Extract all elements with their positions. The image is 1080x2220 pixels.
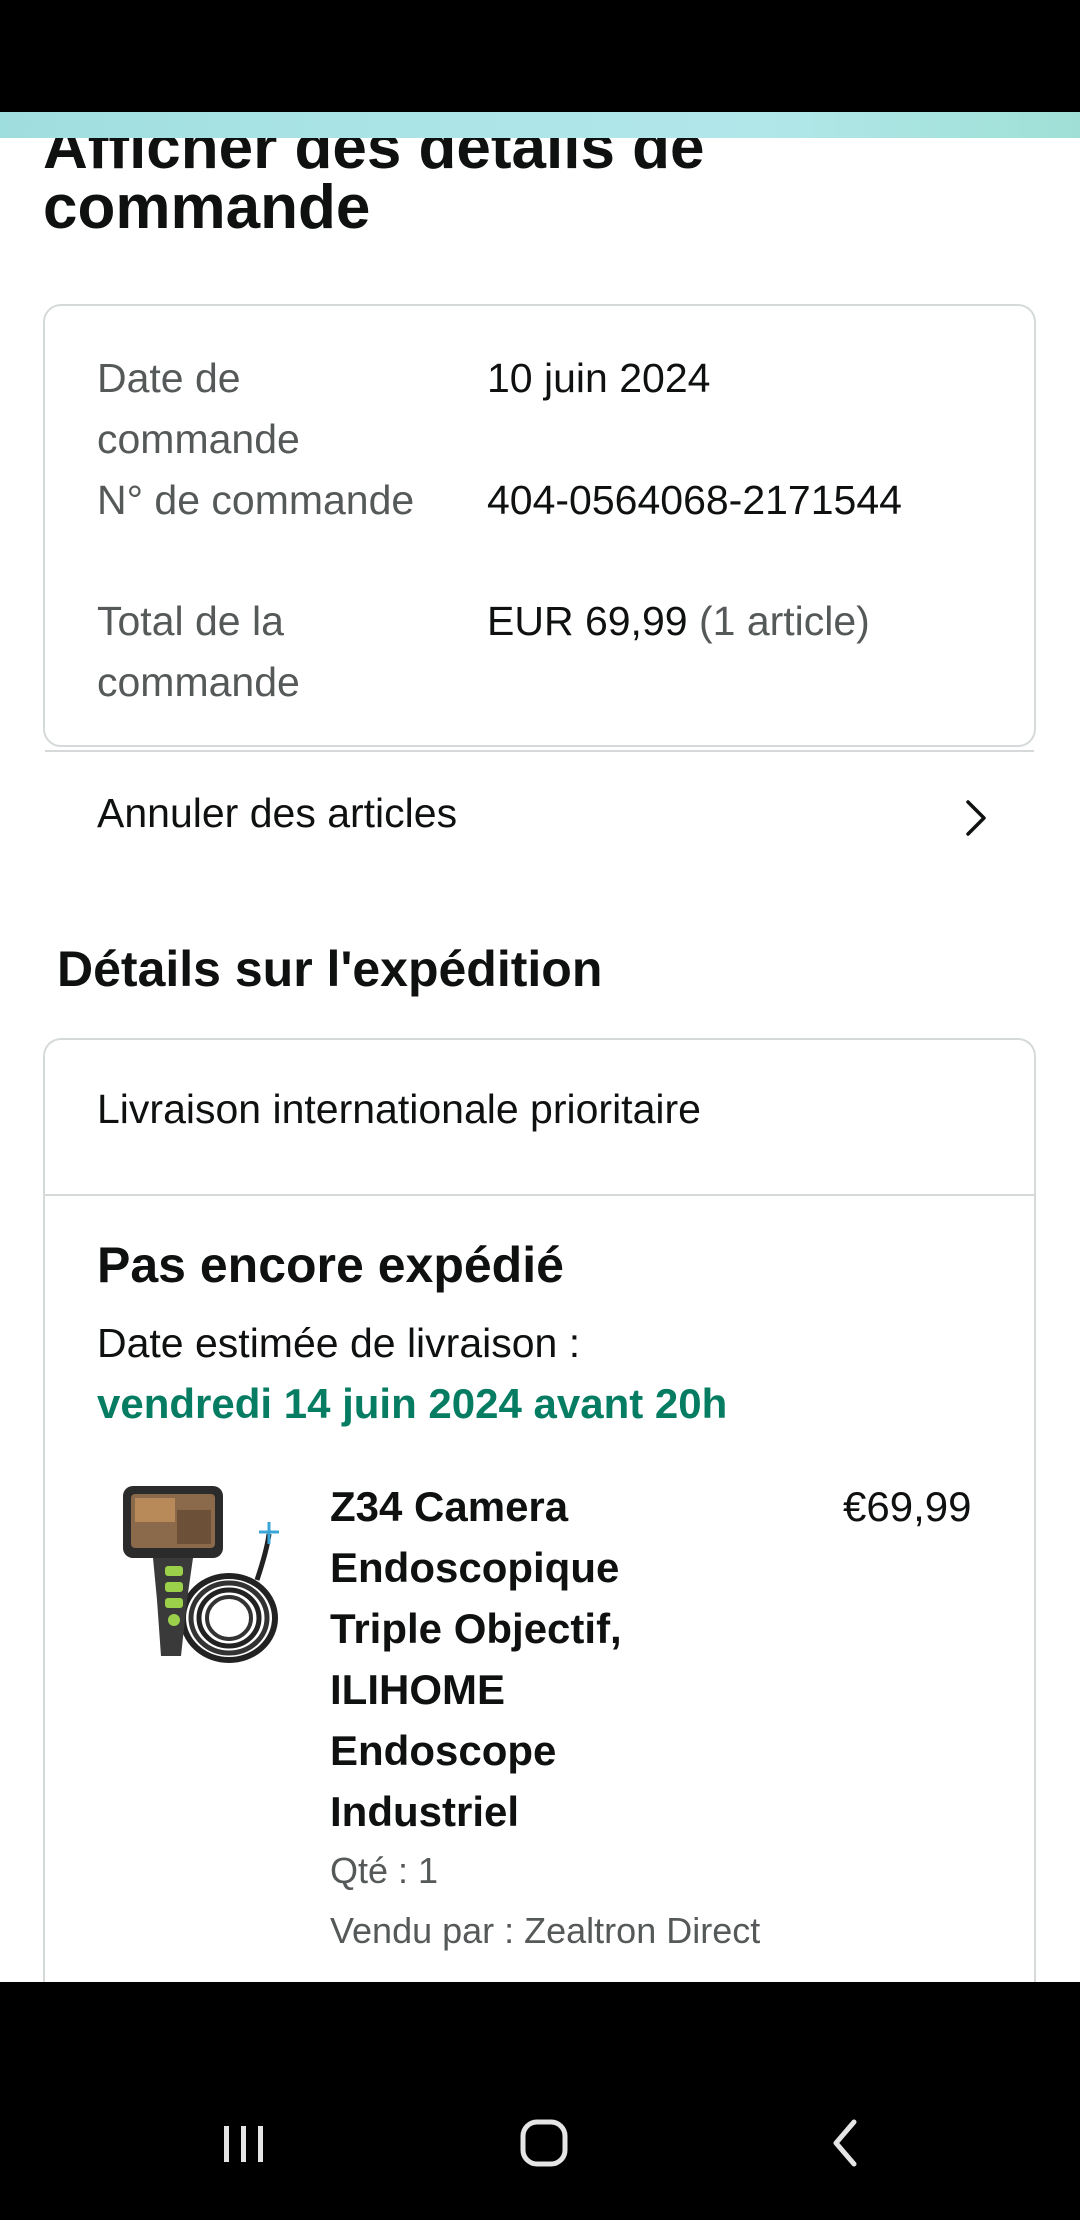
page-title: Afficher des détails de commande: [43, 138, 1043, 242]
product-price: €69,99: [843, 1483, 972, 1530]
endoscope-camera-image[interactable]: [117, 1480, 287, 1670]
cancel-items-row[interactable]: Annuler des articles: [45, 750, 1034, 900]
order-total-amount: EUR 69,99: [487, 598, 688, 644]
divider: [45, 1194, 1034, 1196]
order-total-count: (1 article): [698, 598, 870, 644]
page-title-line1: Afficher des détails de: [43, 138, 705, 182]
order-total-value: EUR 69,99 (1 article): [487, 591, 1007, 652]
delivery-estimate-label: Date estimée de livraison :: [97, 1320, 581, 1366]
shipping-method: Livraison internationale prioritaire: [97, 1086, 701, 1132]
shipment-status: Pas encore expédié: [97, 1237, 564, 1293]
order-date-label: Date de commande: [97, 355, 300, 462]
page-title-line2: commande: [43, 173, 371, 242]
status-bar: [0, 0, 1080, 112]
back-icon[interactable]: [806, 2108, 886, 2178]
system-nav-bar: [0, 1982, 1080, 2220]
chevron-right-icon: [966, 800, 986, 836]
order-summary-card: Date de commande 10 juin 2024 N° de comm…: [43, 304, 1036, 836]
shipping-section-title: Détails sur l'expédition: [57, 941, 603, 997]
home-icon[interactable]: [505, 2108, 585, 2178]
order-date-value: 10 juin 2024: [487, 355, 711, 401]
product-seller: Vendu par : Zealtron Direct: [330, 1910, 761, 1951]
order-number-value: 404-0564068-2171544: [487, 477, 902, 523]
header-strip: [0, 112, 1080, 138]
cancel-items-label: Annuler des articles: [97, 790, 458, 836]
order-number-label: N° de commande: [97, 477, 415, 523]
product-title[interactable]: Z34 Camera Endoscopique Triple Objectif,…: [330, 1476, 710, 1842]
order-total-label: Total de la commande: [97, 598, 300, 705]
order-details-screen: Afficher des détails de commande Date de…: [0, 138, 1080, 1982]
product-quantity: Qté : 1: [330, 1850, 439, 1891]
shipping-card: Livraison internationale prioritaire Pas…: [43, 1038, 1036, 1982]
delivery-estimate-value: vendredi 14 juin 2024 avant 20h: [97, 1380, 728, 1427]
recent-apps-icon[interactable]: [204, 2108, 284, 2178]
